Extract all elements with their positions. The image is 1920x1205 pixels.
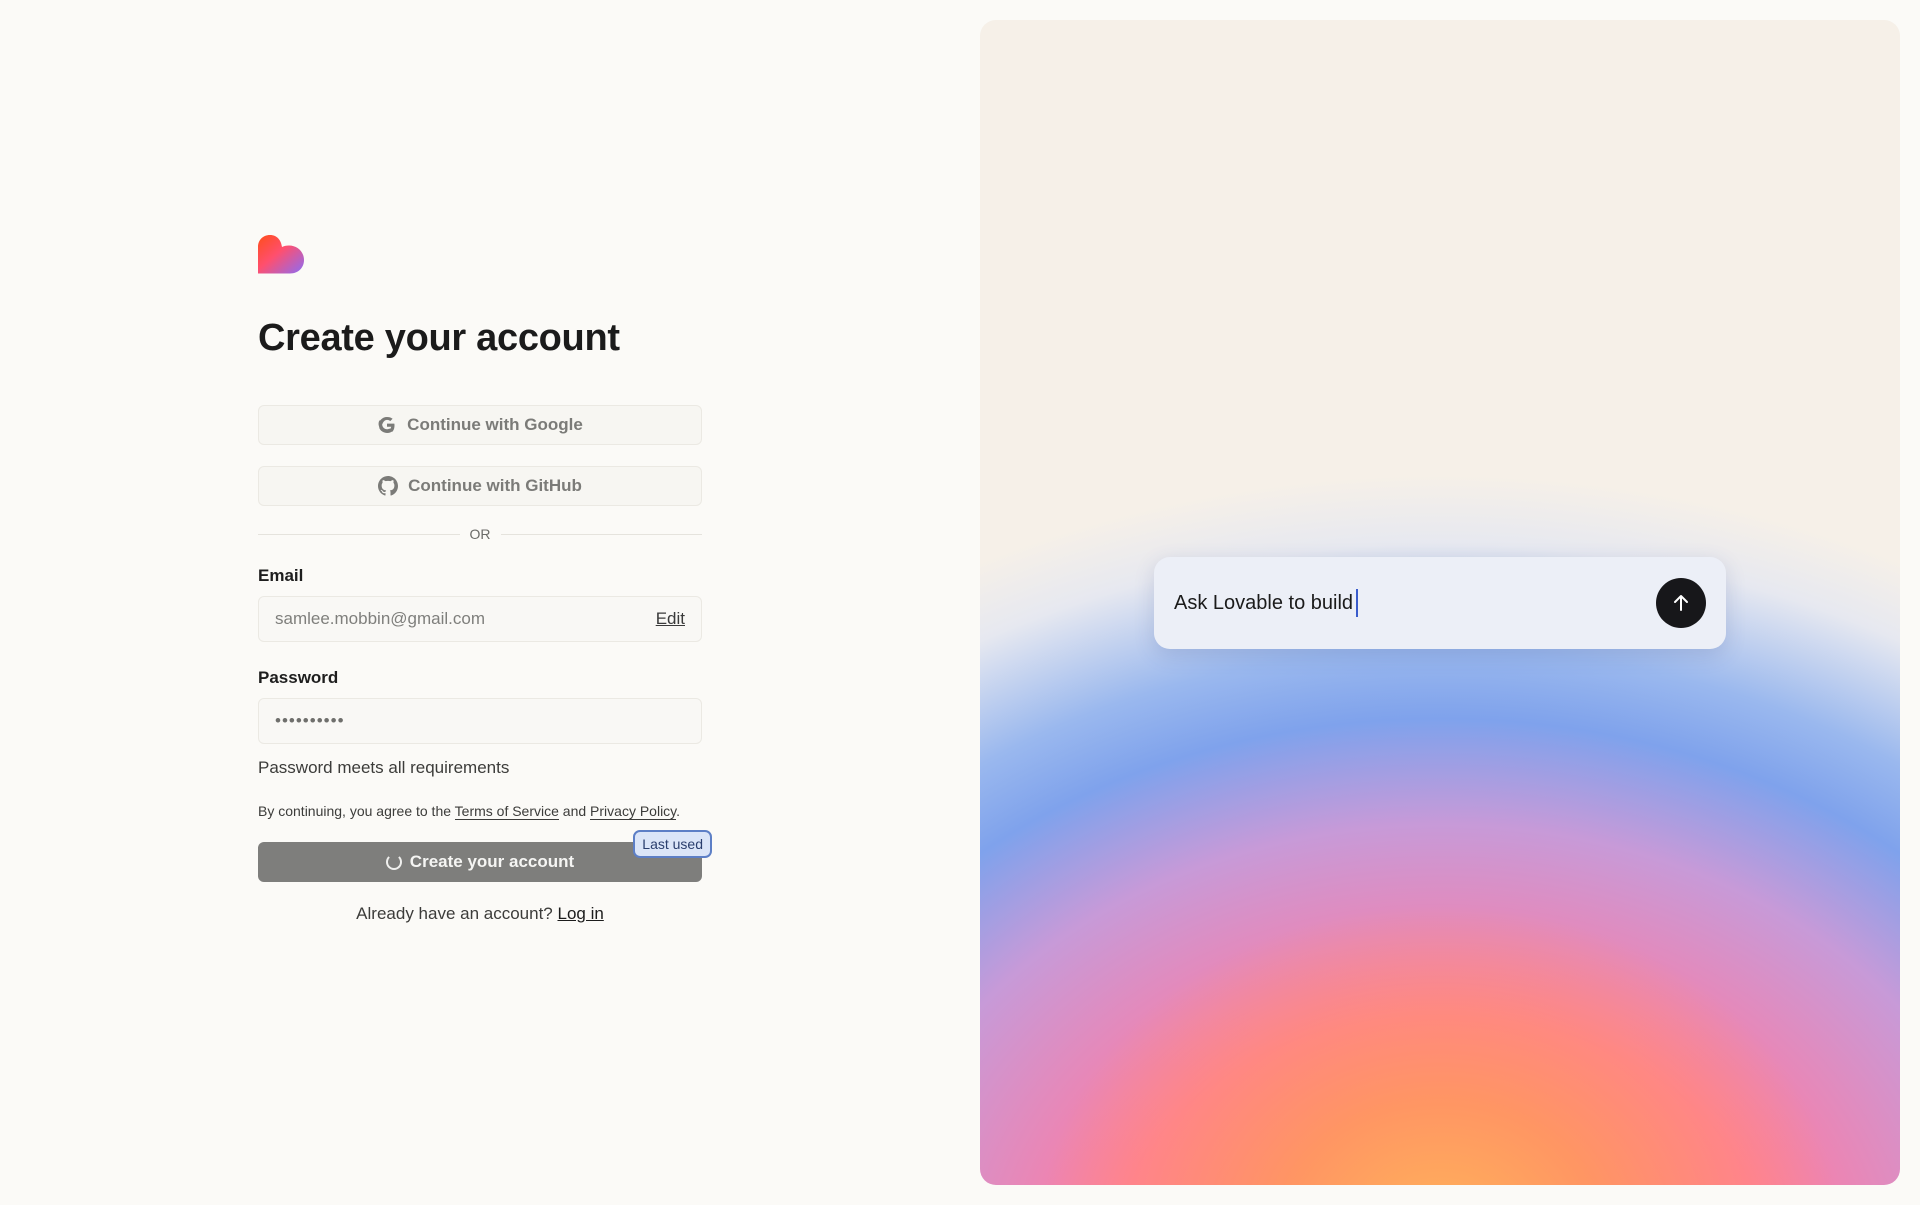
github-button-label: Continue with GitHub: [408, 476, 582, 495]
google-icon: [378, 417, 395, 433]
login-prompt: Already have an account? Log in: [258, 904, 702, 924]
terms-prefix: By continuing, you agree to the: [258, 803, 455, 819]
last-used-badge: Last used: [633, 830, 712, 858]
continue-with-github-button[interactable]: Continue with GitHub: [258, 466, 702, 506]
password-requirements-status: Password meets all requirements: [258, 758, 510, 777]
email-field[interactable]: samlee.mobbin@gmail.com Edit: [258, 596, 702, 642]
divider-line: [258, 533, 460, 535]
prompt-input[interactable]: Ask Lovable to build: [1174, 589, 1656, 617]
email-label: Email: [258, 566, 304, 585]
continue-with-google-button[interactable]: Continue with Google: [258, 405, 702, 445]
google-button-label: Continue with Google: [407, 415, 583, 434]
arrow-up-icon: [1674, 595, 1688, 611]
terms-suffix: .: [676, 803, 681, 819]
terms-of-service-link[interactable]: Terms of Service: [454, 803, 559, 820]
divider-text: OR: [469, 526, 491, 542]
password-label: Password: [258, 668, 339, 687]
divider-line: [500, 533, 702, 535]
password-value: ••••••••••: [275, 711, 345, 730]
lovable-heart-icon: [258, 235, 304, 274]
email-value: samlee.mobbin@gmail.com: [275, 609, 486, 628]
create-account-label: Create your account: [409, 852, 575, 871]
login-prompt-text: Already have an account?: [356, 904, 558, 923]
password-field[interactable]: ••••••••••: [258, 698, 702, 744]
text-caret: [1356, 589, 1359, 617]
edit-email-link[interactable]: Edit: [656, 609, 685, 629]
send-button[interactable]: [1656, 578, 1706, 628]
prompt-box[interactable]: Ask Lovable to build: [1154, 557, 1726, 649]
privacy-policy-link[interactable]: Privacy Policy: [590, 803, 677, 820]
spinner-icon: [385, 854, 402, 870]
terms-notice: By continuing, you agree to the Terms of…: [258, 800, 702, 823]
prompt-text: Ask Lovable to build: [1174, 591, 1354, 614]
hero-panel: Ask Lovable to build: [980, 20, 1900, 1185]
signup-form: Create your account Continue with Google…: [258, 235, 712, 924]
terms-and: and: [558, 803, 591, 819]
or-divider: OR: [258, 526, 702, 542]
submit-area: Create your account Last used: [258, 830, 712, 882]
github-icon: [378, 476, 399, 496]
page-title: Create your account: [258, 317, 620, 359]
log-in-link[interactable]: Log in: [557, 904, 603, 923]
